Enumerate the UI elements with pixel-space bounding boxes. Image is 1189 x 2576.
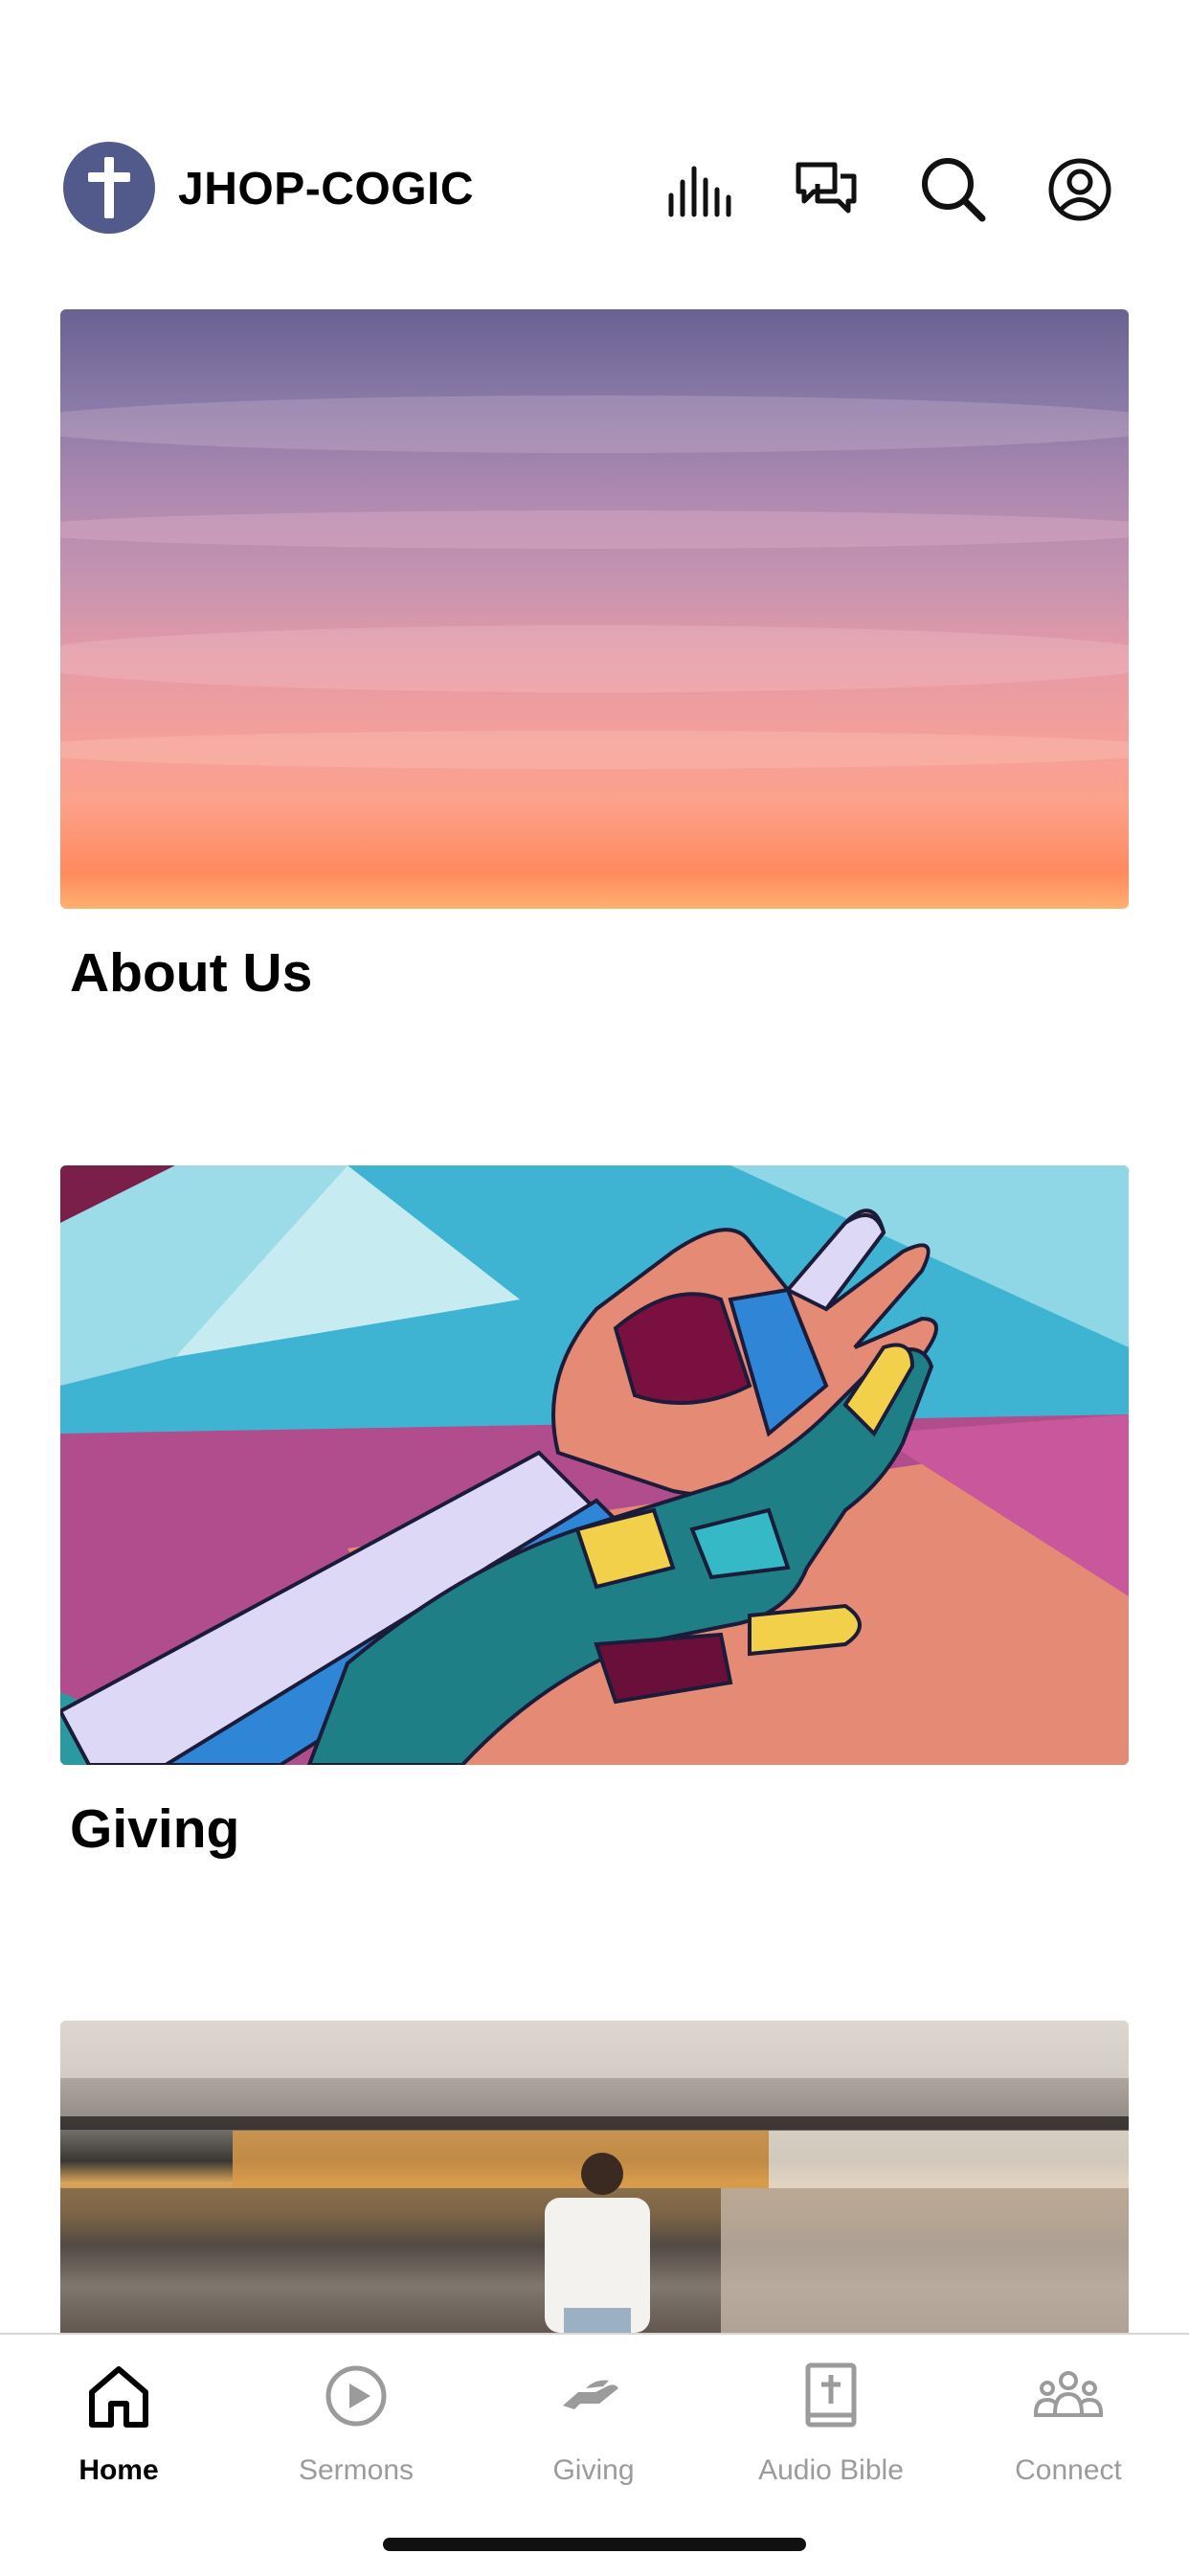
- tab-label: Sermons: [298, 2454, 415, 2486]
- app-title: JHOP-COGIC: [178, 164, 475, 215]
- card-about-us[interactable]: About Us: [60, 309, 1129, 1004]
- tab-label: Giving: [552, 2454, 635, 2486]
- church-logo: [63, 142, 155, 234]
- audio-wave-icon[interactable]: [665, 155, 734, 224]
- tab-audio-bible[interactable]: Audio Bible: [712, 2335, 950, 2507]
- cross-icon: [88, 157, 130, 218]
- group-icon: [1034, 2371, 1103, 2417]
- home-icon: [89, 2366, 148, 2428]
- tab-label: Connect: [1015, 2454, 1122, 2486]
- card-title: Giving: [70, 1798, 240, 1860]
- tab-giving[interactable]: Giving: [475, 2335, 712, 2507]
- tab-label: Home: [79, 2454, 159, 2486]
- sunset-sky-photo: [60, 309, 1129, 909]
- tab-label: Audio Bible: [758, 2454, 904, 2486]
- train-station-photo: [60, 2021, 1129, 2333]
- tab-connect[interactable]: Connect: [950, 2335, 1187, 2507]
- app-header: JHOP-COGIC: [0, 0, 1189, 287]
- play-circle-icon: [325, 2365, 387, 2427]
- chat-icon[interactable]: [793, 155, 862, 224]
- bible-icon: [805, 2362, 857, 2428]
- card-title: About Us: [70, 942, 313, 1004]
- painted-hands-mural: [60, 1165, 1129, 1765]
- home-indicator: [383, 2538, 806, 2551]
- giving-hand-icon: [563, 2380, 618, 2409]
- card-giving[interactable]: Giving: [60, 1165, 1129, 1860]
- tab-home[interactable]: Home: [0, 2335, 237, 2507]
- search-icon[interactable]: [919, 155, 988, 224]
- card-third[interactable]: [60, 2021, 1129, 2333]
- profile-icon[interactable]: [1045, 155, 1114, 224]
- tab-sermons[interactable]: Sermons: [237, 2335, 475, 2507]
